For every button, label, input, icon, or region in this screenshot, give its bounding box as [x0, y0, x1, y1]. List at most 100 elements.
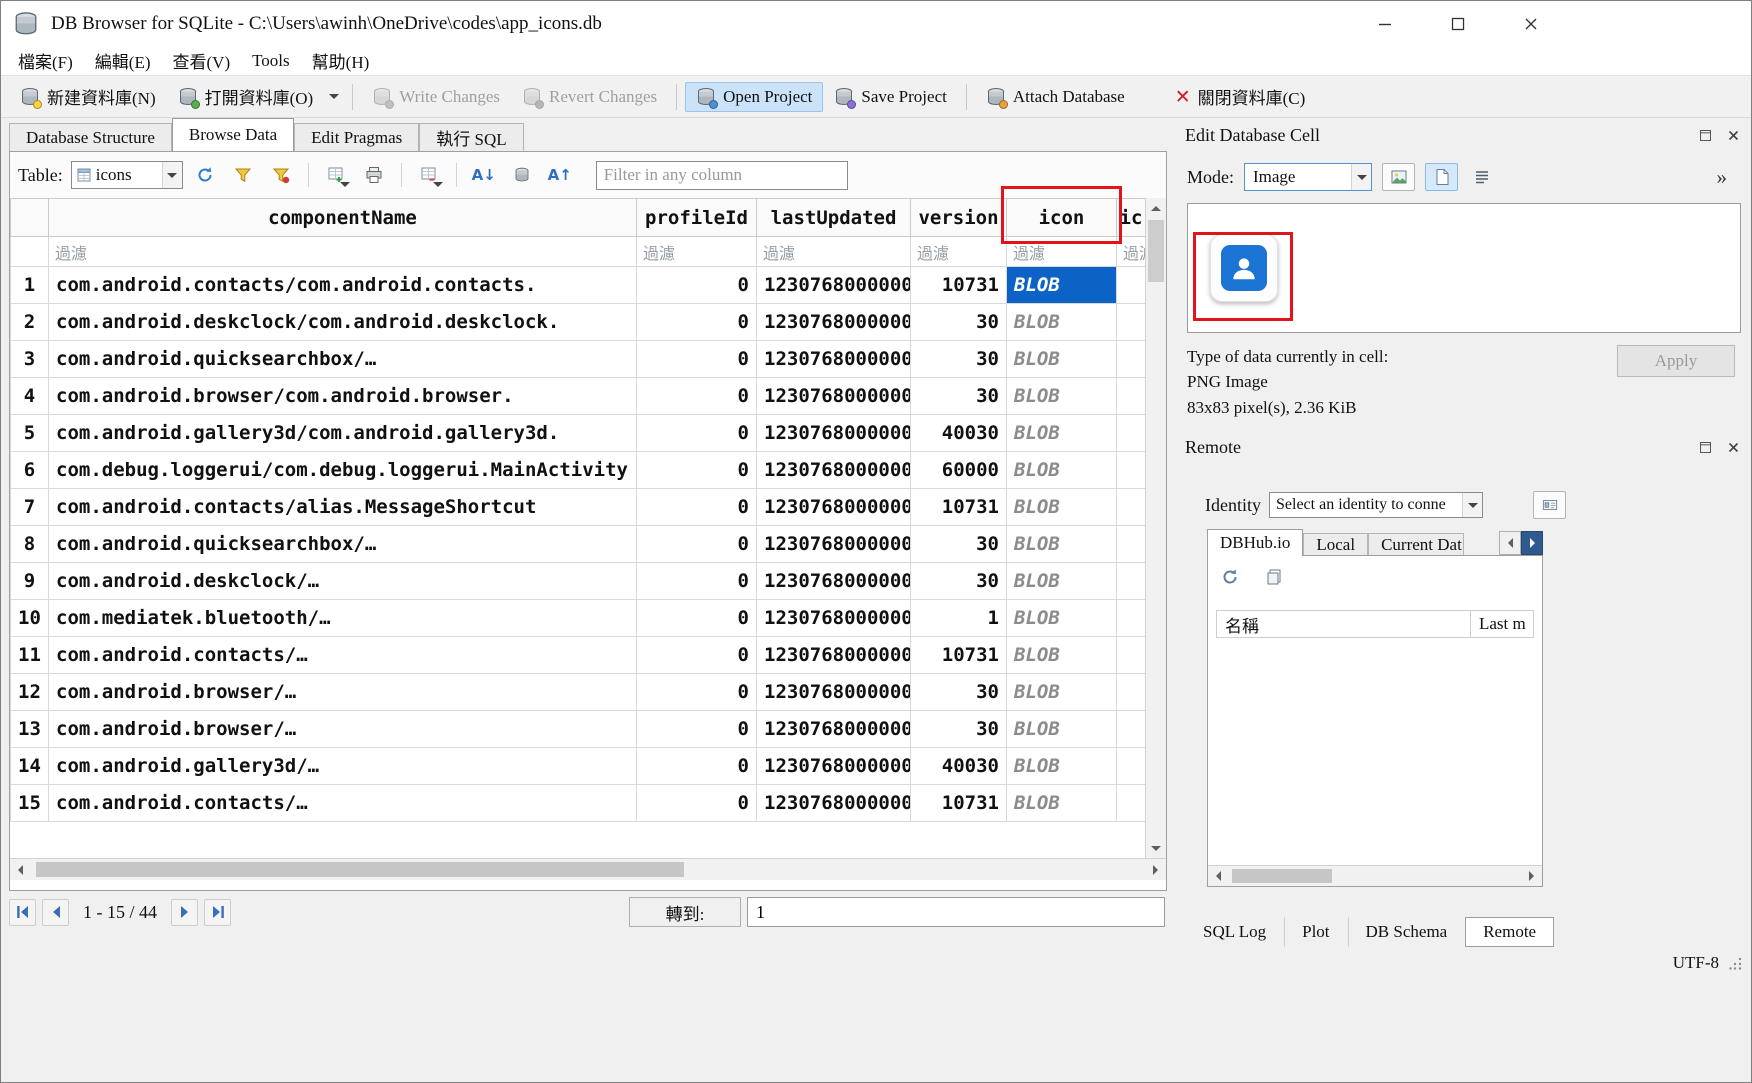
goto-button[interactable]: 轉到:	[629, 897, 741, 927]
cell-profileid[interactable]: 0	[637, 674, 757, 711]
menu-help[interactable]: 幫助(H)	[301, 45, 381, 76]
write-changes-button[interactable]: Write Changes	[361, 82, 511, 112]
close-button[interactable]	[1494, 1, 1567, 46]
scroll-right-button[interactable]	[1145, 859, 1166, 880]
cell-componentname[interactable]: com.android.contacts/alias.MessageShortc…	[49, 489, 637, 526]
cell-icon[interactable]: BLOB	[1007, 563, 1117, 600]
cell-version[interactable]: 10731	[911, 267, 1007, 304]
cell-lastupdated[interactable]: 1230768000000	[757, 452, 911, 489]
cell-truncated[interactable]	[1117, 637, 1146, 674]
vertical-scrollbar[interactable]	[1145, 198, 1166, 858]
cell-profileid[interactable]: 0	[637, 341, 757, 378]
cell-icon[interactable]: BLOB	[1007, 304, 1117, 341]
cell-truncated[interactable]	[1117, 674, 1146, 711]
cell-truncated[interactable]	[1117, 711, 1146, 748]
remote-col-last-modified[interactable]: Last m	[1471, 611, 1533, 637]
menu-edit[interactable]: 編輯(E)	[84, 45, 162, 76]
identity-certificate-button[interactable]	[1533, 491, 1566, 519]
tab-scroll-right-button[interactable]	[1521, 531, 1543, 555]
cell-icon[interactable]: BLOB	[1007, 378, 1117, 415]
close-panel-button[interactable]	[1725, 127, 1741, 143]
cell-truncated[interactable]	[1117, 785, 1146, 822]
cell-componentname[interactable]: com.debug.loggerui/com.debug.loggerui.Ma…	[49, 452, 637, 489]
cell-version[interactable]: 30	[911, 711, 1007, 748]
edit-cell-toggle-button[interactable]	[506, 160, 538, 190]
filter-profileid-input[interactable]: 過濾	[637, 237, 757, 267]
row-number[interactable]: 7	[11, 489, 49, 526]
cell-icon[interactable]: BLOB	[1007, 711, 1117, 748]
identity-select[interactable]: Select an identity to conne	[1269, 492, 1483, 518]
filter-componentname-input[interactable]: 過濾	[49, 237, 637, 267]
text-mode-button[interactable]	[1468, 164, 1496, 190]
cell-lastupdated[interactable]: 1230768000000	[757, 378, 911, 415]
cell-version[interactable]: 40030	[911, 415, 1007, 452]
cell-profileid[interactable]: 0	[637, 526, 757, 563]
cell-lastupdated[interactable]: 1230768000000	[757, 563, 911, 600]
tab-execute-sql[interactable]: 執行 SQL	[419, 123, 523, 151]
cell-icon[interactable]: BLOB	[1007, 267, 1117, 304]
tab-db-schema[interactable]: DB Schema	[1348, 917, 1466, 947]
row-number[interactable]: 12	[11, 674, 49, 711]
open-project-button[interactable]: Open Project	[685, 82, 823, 112]
cell-version[interactable]: 40030	[911, 748, 1007, 785]
col-header-truncated[interactable]: ic	[1117, 199, 1146, 237]
maximize-button[interactable]	[1421, 1, 1494, 46]
tab-dbhub[interactable]: DBHub.io	[1207, 529, 1303, 556]
tab-scroll-left-button[interactable]	[1499, 531, 1521, 555]
cell-lastupdated[interactable]: 1230768000000	[757, 526, 911, 563]
cell-profileid[interactable]: 0	[637, 748, 757, 785]
save-results-button[interactable]	[320, 160, 352, 190]
cell-profileid[interactable]: 0	[637, 637, 757, 674]
cell-icon[interactable]: BLOB	[1007, 489, 1117, 526]
cell-truncated[interactable]	[1117, 341, 1146, 378]
cell-icon[interactable]: BLOB	[1007, 748, 1117, 785]
col-header-lastupdated[interactable]: lastUpdated	[757, 199, 911, 237]
cell-truncated[interactable]	[1117, 563, 1146, 600]
cell-profileid[interactable]: 0	[637, 267, 757, 304]
grid-corner-cell[interactable]	[11, 199, 49, 237]
cell-lastupdated[interactable]: 1230768000000	[757, 267, 911, 304]
cell-icon[interactable]: BLOB	[1007, 674, 1117, 711]
cell-version[interactable]: 1	[911, 600, 1007, 637]
cell-truncated[interactable]	[1117, 600, 1146, 637]
row-number[interactable]: 6	[11, 452, 49, 489]
filter-truncated-input[interactable]: 過濾	[1117, 237, 1146, 267]
vertical-scroll-thumb[interactable]	[1148, 220, 1164, 282]
insert-record-button[interactable]	[413, 160, 445, 190]
import-data-button[interactable]	[1382, 163, 1415, 191]
tab-edit-pragmas[interactable]: Edit Pragmas	[294, 123, 419, 151]
remote-refresh-button[interactable]	[1216, 564, 1244, 590]
cell-componentname[interactable]: com.android.deskclock/com.android.deskcl…	[49, 304, 637, 341]
remote-scroll-right-button[interactable]	[1521, 866, 1542, 886]
cell-truncated[interactable]	[1117, 304, 1146, 341]
horizontal-scroll-thumb[interactable]	[36, 862, 684, 877]
cell-icon[interactable]: BLOB	[1007, 526, 1117, 563]
cell-componentname[interactable]: com.android.contacts/…	[49, 637, 637, 674]
cell-icon[interactable]: BLOB	[1007, 452, 1117, 489]
cell-componentname[interactable]: com.mediatek.bluetooth/…	[49, 600, 637, 637]
open-database-button[interactable]: 打開資料庫(O)	[167, 79, 325, 114]
row-number[interactable]: 2	[11, 304, 49, 341]
cell-icon[interactable]: BLOB	[1007, 415, 1117, 452]
filter-icon-input[interactable]: 過濾	[1007, 237, 1117, 267]
horizontal-scrollbar[interactable]	[10, 858, 1166, 880]
resize-grip[interactable]	[1729, 956, 1743, 970]
cell-icon[interactable]: BLOB	[1007, 600, 1117, 637]
cell-componentname[interactable]: com.android.deskclock/…	[49, 563, 637, 600]
tab-remote[interactable]: Remote	[1465, 917, 1554, 947]
cell-truncated[interactable]	[1117, 526, 1146, 563]
menu-view[interactable]: 查看(V)	[162, 45, 242, 76]
cell-lastupdated[interactable]: 1230768000000	[757, 415, 911, 452]
cell-componentname[interactable]: com.android.contacts/…	[49, 785, 637, 822]
row-number[interactable]: 11	[11, 637, 49, 674]
cell-lastupdated[interactable]: 1230768000000	[757, 600, 911, 637]
cell-profileid[interactable]: 0	[637, 600, 757, 637]
float-panel-button[interactable]	[1697, 439, 1713, 455]
save-filter-button[interactable]	[265, 160, 297, 190]
cell-icon[interactable]: BLOB	[1007, 785, 1117, 822]
col-header-profileid[interactable]: profileId	[637, 199, 757, 237]
cell-lastupdated[interactable]: 1230768000000	[757, 748, 911, 785]
clear-filters-button[interactable]	[227, 160, 259, 190]
previous-page-button[interactable]	[42, 899, 69, 926]
col-header-componentname[interactable]: componentName	[49, 199, 637, 237]
